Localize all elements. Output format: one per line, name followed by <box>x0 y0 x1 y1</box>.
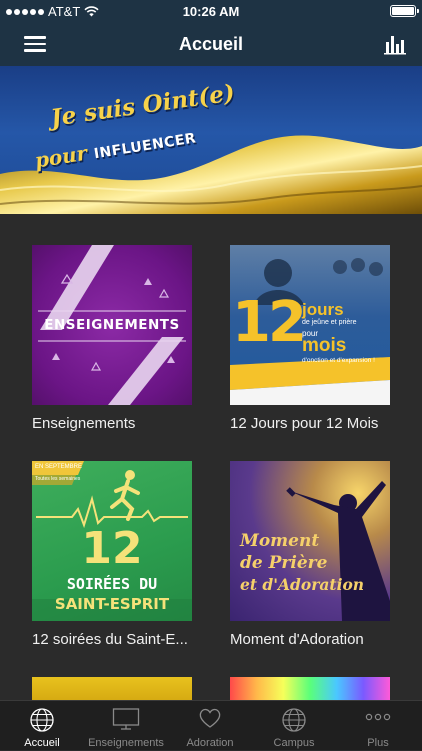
hero-banner[interactable]: Je suis Oint(e) pour INFLUENCER <box>0 66 422 214</box>
tile-label: Enseignements <box>32 415 136 432</box>
art-line1: Moment <box>240 531 320 551</box>
tile-partial-right[interactable] <box>230 677 390 700</box>
tab-accueil[interactable]: Accueil <box>0 701 84 751</box>
art-sub-jours: de jeûne et prière <box>302 319 357 326</box>
enseignements-art-title: ENSEIGNEMENTS <box>44 317 180 333</box>
tab-enseignements[interactable]: Enseignements <box>84 701 168 751</box>
tab-bar: Accueil Enseignements Adoration Campus P… <box>0 700 422 750</box>
art-line1: SOIRÉES DU <box>66 575 158 593</box>
heart-icon <box>199 708 221 728</box>
content-grid: ENSEIGNEMENTS Enseignements 12 jours de … <box>0 214 422 700</box>
art-tag-sub: Toutes les semaines <box>35 476 81 482</box>
tile-label: 12 Jours pour 12 Mois <box>230 415 379 432</box>
tab-label: Campus <box>273 737 315 749</box>
art-word-jours: jours <box>302 300 344 319</box>
page-title: Accueil <box>178 34 244 54</box>
art-line3: et d'Adoration <box>240 575 365 594</box>
monitor-icon <box>112 708 140 730</box>
tile-thumbnail[interactable]: Moment de Prière et d'Adoration <box>230 461 390 621</box>
tile-12-soirees[interactable]: EN SEPTEMBRE Toutes les semaines 12 SOIR… <box>32 461 192 648</box>
art-sub-mois: d'onction et d'expansion ! <box>302 357 375 364</box>
tab-plus[interactable]: Plus <box>336 701 420 751</box>
art-number: 12 <box>81 523 143 574</box>
globe-icon <box>30 708 54 732</box>
tab-label: Adoration <box>186 737 234 749</box>
nav-bar: Accueil <box>0 22 422 66</box>
tab-adoration[interactable]: Adoration <box>168 701 252 751</box>
globe-icon <box>282 708 306 732</box>
art-line2: SAINT-ESPRIT <box>54 595 170 613</box>
art-line2: de Prière <box>240 553 328 573</box>
tab-label: Enseignements <box>88 737 164 749</box>
art-word-mois: mois <box>302 335 347 356</box>
tile-12-jours[interactable]: 12 jours de jeûne et prière pour mois d'… <box>230 245 390 432</box>
tab-campus[interactable]: Campus <box>252 701 336 751</box>
battery-icon <box>390 5 419 17</box>
tile-partial-left[interactable] <box>32 677 192 700</box>
art-tag: EN SEPTEMBRE <box>35 464 83 470</box>
art-number: 12 <box>232 290 307 355</box>
tile-thumbnail[interactable]: ENSEIGNEMENTS <box>32 245 192 405</box>
tab-label: Accueil <box>24 737 60 749</box>
tile-moment-adoration[interactable]: Moment de Prière et d'Adoration Moment d… <box>230 461 390 648</box>
clock: 10:26 AM <box>182 4 240 19</box>
status-bar: AT&T 10:26 AM <box>0 0 422 22</box>
tab-label: Plus <box>367 737 389 749</box>
bar-chart-icon[interactable] <box>384 33 406 55</box>
tile-thumbnail[interactable]: EN SEPTEMBRE Toutes les semaines 12 SOIR… <box>32 461 192 621</box>
tile-label: Moment d'Adoration <box>230 631 364 648</box>
tile-thumbnail[interactable]: 12 jours de jeûne et prière pour mois d'… <box>230 245 390 405</box>
tile-enseignements[interactable]: ENSEIGNEMENTS Enseignements <box>32 245 192 432</box>
tile-label: 12 soirées du Saint-E... <box>32 631 188 648</box>
more-icon <box>365 713 391 721</box>
